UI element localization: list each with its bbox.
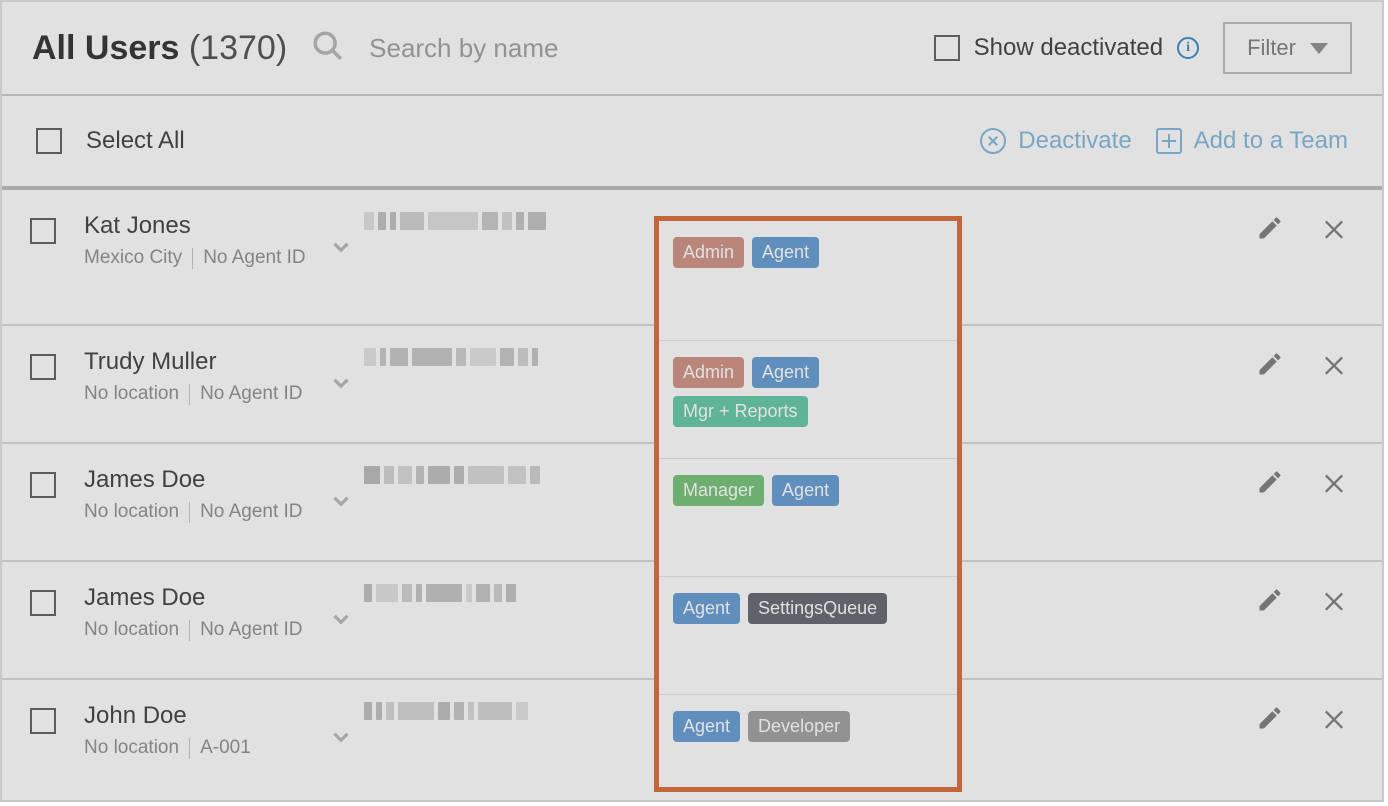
- expand-chevron-icon[interactable]: [328, 606, 354, 637]
- expand-chevron-icon[interactable]: [328, 488, 354, 519]
- user-agent-id: No Agent ID: [200, 382, 302, 407]
- delete-button[interactable]: [1320, 350, 1348, 383]
- user-roles: [664, 680, 954, 716]
- panel-header: All Users (1370) Show deactivated i Filt…: [2, 2, 1382, 96]
- row-checkbox[interactable]: [30, 354, 56, 380]
- search-input[interactable]: [369, 33, 910, 64]
- page-title: All Users (1370): [32, 29, 287, 68]
- title-text: All Users: [32, 29, 179, 67]
- info-icon[interactable]: i: [1177, 37, 1199, 59]
- delete-button[interactable]: [1320, 586, 1348, 619]
- expand-chevron-icon[interactable]: [328, 234, 354, 265]
- user-roles: [664, 444, 954, 480]
- show-deactivated-checkbox[interactable]: [934, 35, 960, 61]
- deactivate-label: Deactivate: [1018, 127, 1131, 155]
- deactivate-button[interactable]: Deactivate: [980, 127, 1131, 155]
- user-email-redacted: [364, 466, 664, 484]
- chevron-down-icon: [1310, 43, 1328, 54]
- user-location: No location: [84, 500, 179, 525]
- table-row: John Doe No location A-001: [2, 680, 1382, 792]
- user-location: No location: [84, 382, 179, 407]
- user-roles: [664, 326, 954, 362]
- select-all-label: Select All: [86, 127, 185, 155]
- user-email-redacted: [364, 702, 664, 720]
- close-icon: [980, 128, 1006, 154]
- add-to-team-label: Add to a Team: [1194, 127, 1348, 155]
- user-count: (1370): [189, 29, 287, 67]
- user-name[interactable]: James Doe: [84, 584, 364, 612]
- users-panel: All Users (1370) Show deactivated i Filt…: [0, 0, 1384, 802]
- delete-button[interactable]: [1320, 704, 1348, 737]
- row-checkbox[interactable]: [30, 590, 56, 616]
- user-name[interactable]: James Doe: [84, 466, 364, 494]
- search-icon: [311, 29, 345, 68]
- filter-button[interactable]: Filter: [1223, 22, 1352, 74]
- row-checkbox[interactable]: [30, 708, 56, 734]
- user-rows: Kat JonesMexico CityNo Agent IDTrudy Mul…: [2, 190, 1382, 792]
- user-roles: [664, 190, 954, 226]
- edit-button[interactable]: [1256, 350, 1284, 383]
- user-location: No location: [84, 736, 179, 761]
- row-checkbox[interactable]: [30, 218, 56, 244]
- expand-chevron-icon[interactable]: [328, 724, 354, 755]
- user-email-redacted: [364, 348, 664, 366]
- user-name[interactable]: Kat Jones: [84, 212, 364, 240]
- table-row: James Doe No location No Agent ID: [2, 562, 1382, 680]
- select-all-checkbox[interactable]: [36, 128, 62, 154]
- user-email-redacted: [364, 212, 664, 230]
- user-name[interactable]: Trudy Muller: [84, 348, 364, 376]
- user-name[interactable]: John Doe: [84, 702, 364, 730]
- show-deactivated-label: Show deactivated: [974, 34, 1163, 62]
- user-location: Mexico City: [84, 246, 182, 271]
- edit-button[interactable]: [1256, 586, 1284, 619]
- user-roles: [664, 562, 954, 598]
- user-agent-id: A-001: [200, 736, 251, 761]
- user-email-redacted: [364, 584, 664, 602]
- plus-icon: [1156, 128, 1182, 154]
- table-row: Trudy Muller No location No Agent ID: [2, 326, 1382, 444]
- row-checkbox[interactable]: [30, 472, 56, 498]
- show-deactivated-toggle[interactable]: Show deactivated i: [934, 34, 1199, 62]
- delete-button[interactable]: [1320, 468, 1348, 501]
- table-row: James Doe No location No Agent ID: [2, 444, 1382, 562]
- edit-button[interactable]: [1256, 704, 1284, 737]
- user-agent-id: No Agent ID: [200, 500, 302, 525]
- user-location: No location: [84, 618, 179, 643]
- table-row: Kat Jones Mexico City No Agent ID: [2, 190, 1382, 326]
- user-agent-id: No Agent ID: [203, 246, 305, 271]
- user-agent-id: No Agent ID: [200, 618, 302, 643]
- delete-button[interactable]: [1320, 214, 1348, 247]
- toolbar: Select All Deactivate Add to a Team: [2, 96, 1382, 190]
- edit-button[interactable]: [1256, 468, 1284, 501]
- filter-label: Filter: [1247, 35, 1296, 61]
- edit-button[interactable]: [1256, 214, 1284, 247]
- expand-chevron-icon[interactable]: [328, 370, 354, 401]
- add-to-team-button[interactable]: Add to a Team: [1156, 127, 1348, 155]
